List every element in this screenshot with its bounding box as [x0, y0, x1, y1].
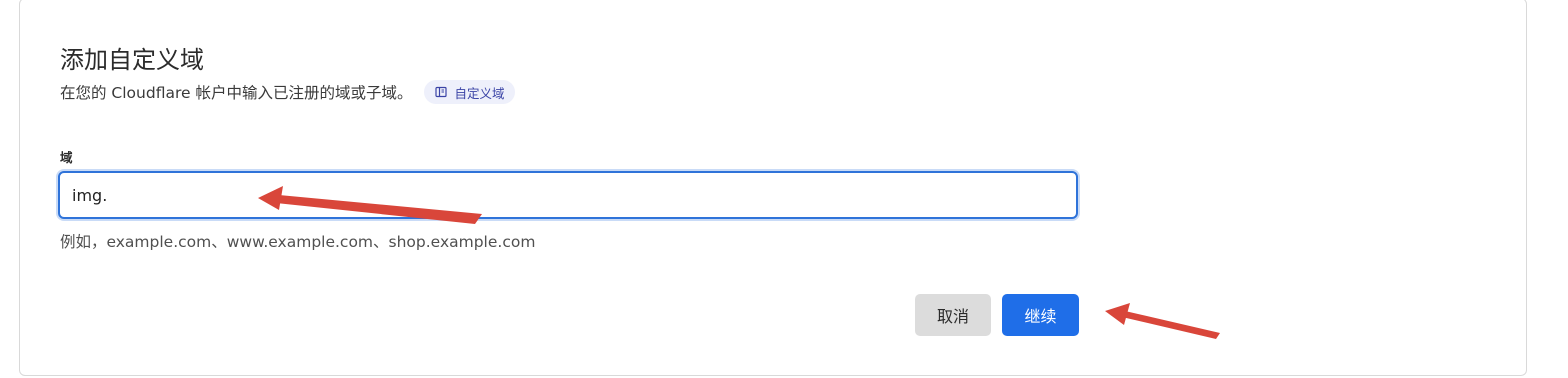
- domain-helper-text: 例如，example.com、www.example.com、shop.exam…: [60, 233, 536, 251]
- subtitle-row: 在您的 Cloudflare 帐户中输入已注册的域或子域。 自定义域: [60, 80, 516, 104]
- book-icon: [435, 86, 448, 98]
- cancel-button[interactable]: 取消: [915, 294, 991, 336]
- doc-link-label: 自定义域: [454, 85, 505, 101]
- domain-field-label: 域: [60, 150, 73, 165]
- custom-domain-doc-link[interactable]: 自定义域: [424, 80, 516, 104]
- domain-input[interactable]: [60, 173, 1076, 217]
- dialog-title: 添加自定义域: [60, 46, 204, 74]
- dialog-subtitle: 在您的 Cloudflare 帐户中输入已注册的域或子域。: [60, 84, 413, 102]
- domain-input-wrapper: [58, 171, 1078, 219]
- continue-button[interactable]: 继续: [1002, 294, 1079, 336]
